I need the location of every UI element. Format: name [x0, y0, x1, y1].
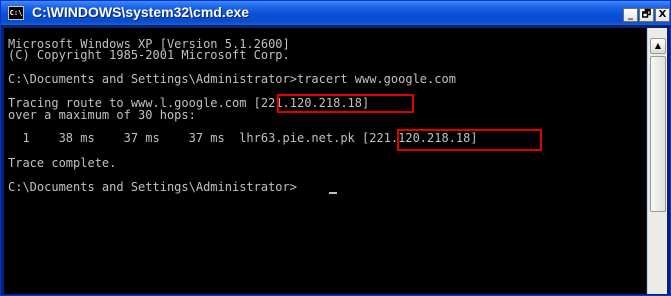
console-line: over a maximum of 30 hops: [8, 108, 196, 122]
text-cursor [329, 192, 337, 194]
maximize-button[interactable]: 🗗 [639, 8, 654, 22]
console-output[interactable]: Microsoft Windows XP [Version 5.1.2600] … [4, 28, 646, 294]
close-button[interactable]: X [655, 8, 670, 22]
console-line: C:\Documents and Settings\Administrator> [8, 180, 297, 194]
console-line: Trace complete. [8, 156, 117, 170]
cmd-icon[interactable]: C:\ [8, 6, 24, 20]
minimize-button[interactable]: _ [623, 8, 638, 22]
window-title: C:\WINDOWS\system32\cmd.exe [32, 4, 250, 20]
ip-highlight-box [397, 129, 542, 151]
console-line: C:\Documents and Settings\Administrator>… [8, 72, 456, 86]
cmd-window: C:\ C:\WINDOWS\system32\cmd.exe _ 🗗 X Mi… [0, 0, 671, 296]
scrollbar-thumb[interactable] [650, 56, 666, 212]
scroll-up-arrow-icon[interactable]: ▲ [650, 38, 666, 54]
vertical-scrollbar[interactable]: ▲ [647, 28, 667, 294]
ip-highlight-box [277, 94, 414, 113]
title-bar[interactable]: C:\ C:\WINDOWS\system32\cmd.exe _ 🗗 X [1, 1, 670, 25]
console-line: (C) Copyright 1985-2001 Microsoft Corp. [8, 48, 290, 62]
